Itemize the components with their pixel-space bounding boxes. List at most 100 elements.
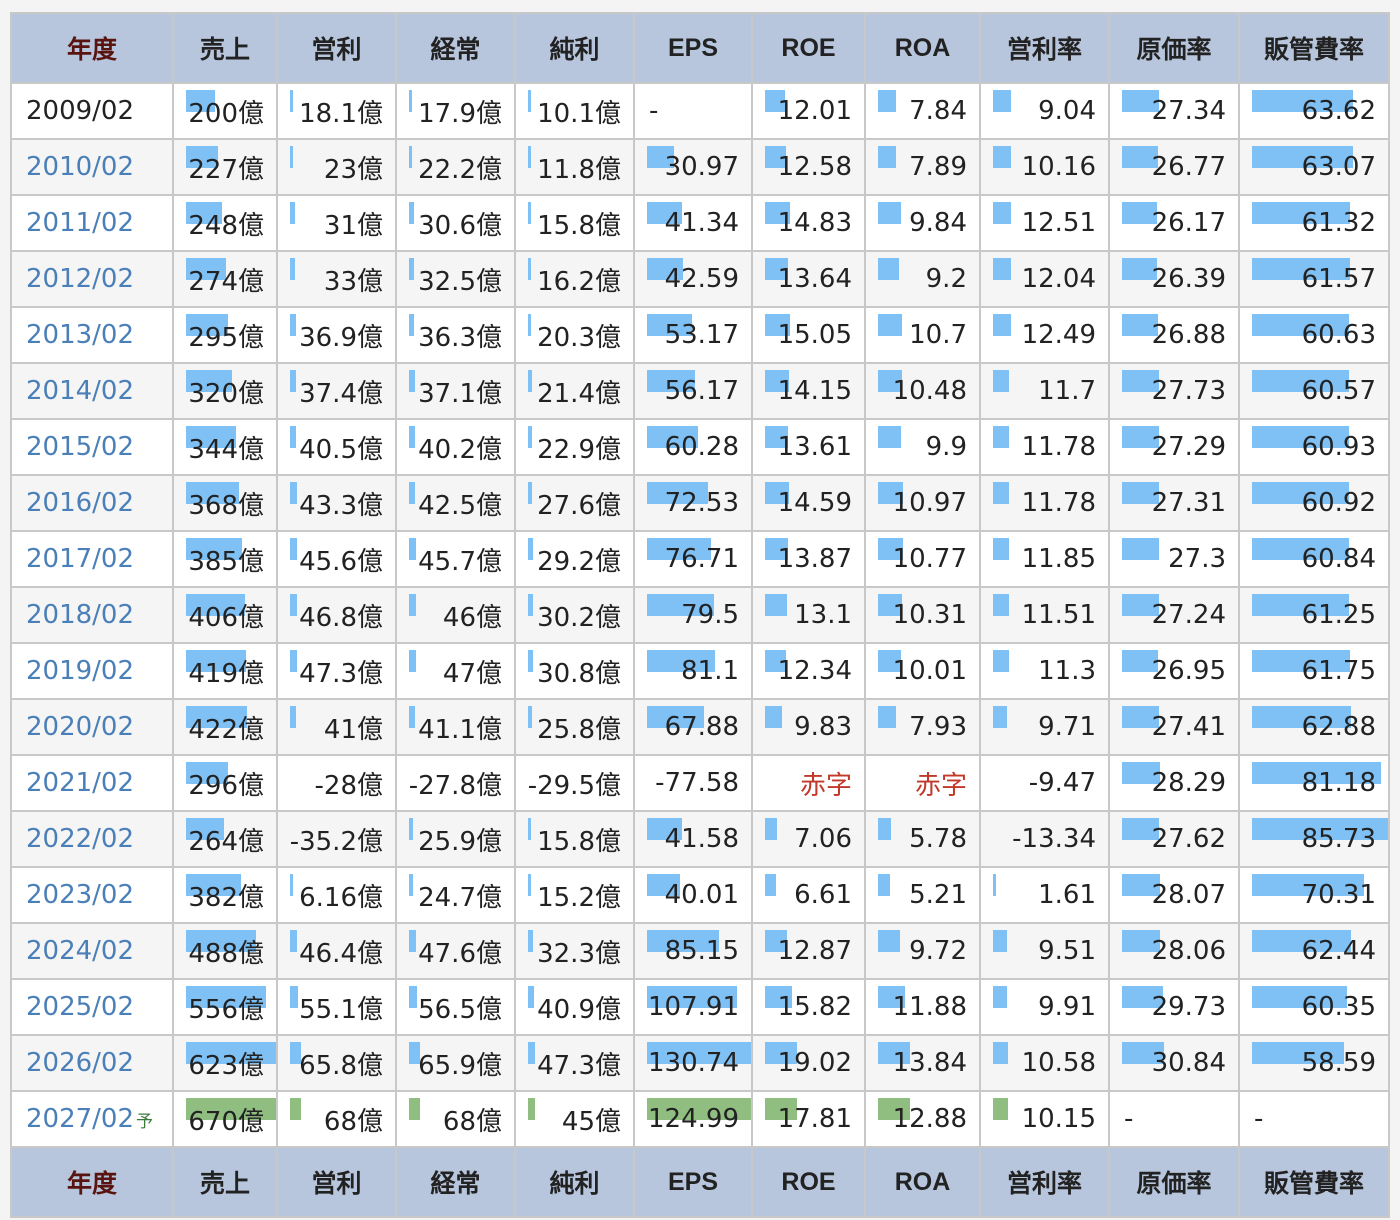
year-label: 2027/02 bbox=[26, 1104, 135, 1134]
footer-operating-margin[interactable]: 営利率 bbox=[979, 1146, 1110, 1218]
footer-cost-ratio[interactable]: 原価率 bbox=[1108, 1146, 1240, 1218]
header-year[interactable]: 年度 bbox=[10, 12, 174, 84]
cell-value: 6.61 bbox=[794, 880, 852, 910]
cell-net-profit: 15.2億 bbox=[514, 866, 635, 924]
cell-value: 130.74 bbox=[648, 1048, 739, 1078]
cell-value: 20.3億 bbox=[537, 322, 621, 353]
cell-value: 60.93 bbox=[1301, 432, 1376, 462]
table-row: 2023/02 382億 6.16億 24.7億 15.2億 40.01 6.61 5.21 1… bbox=[10, 866, 1390, 924]
header-sales[interactable]: 売上 bbox=[172, 12, 278, 84]
cell-value: 28.07 bbox=[1151, 880, 1226, 910]
cell-operating-profit: 33億 bbox=[276, 250, 397, 308]
cell-value: 13.64 bbox=[777, 264, 852, 294]
cell-year[interactable]: 2023/02 bbox=[10, 866, 174, 924]
cell-value: 264億 bbox=[188, 826, 264, 857]
cell-year[interactable]: 2024/02 bbox=[10, 922, 174, 980]
value-bar bbox=[409, 370, 415, 392]
header-eps[interactable]: EPS bbox=[633, 12, 753, 84]
cell-operating-profit: 43.3億 bbox=[276, 474, 397, 532]
cell-cost-ratio: 27.34 bbox=[1108, 82, 1240, 140]
header-operating-profit[interactable]: 営利 bbox=[276, 12, 397, 84]
cell-year[interactable]: 2010/02 bbox=[10, 138, 174, 196]
footer-ordinary-profit[interactable]: 経常 bbox=[395, 1146, 516, 1218]
footer-roe[interactable]: ROE bbox=[751, 1146, 866, 1218]
header-sga-ratio[interactable]: 販管費率 bbox=[1238, 12, 1390, 84]
cell-year[interactable]: 2019/02 bbox=[10, 642, 174, 700]
year-label: 2022/02 bbox=[26, 824, 135, 854]
header-roa[interactable]: ROA bbox=[864, 12, 981, 84]
table-row: 2022/02 264億 -35.2億 25.9億 15.8億 41.58 7.06 5.78… bbox=[10, 810, 1390, 868]
cell-year[interactable]: 2011/02 bbox=[10, 194, 174, 252]
table-footer: 年度 売上 営利 経常 純利 EPS ROE ROA 営利率 原価率 販管費率 bbox=[10, 1146, 1390, 1218]
footer-sga-ratio[interactable]: 販管費率 bbox=[1238, 1146, 1390, 1218]
cell-year[interactable]: 2020/02 bbox=[10, 698, 174, 756]
cell-year[interactable]: 2017/02 bbox=[10, 530, 174, 588]
cell-cost-ratio: 26.77 bbox=[1108, 138, 1240, 196]
cell-year[interactable]: 2012/02 bbox=[10, 250, 174, 308]
cell-roa: 10.7 bbox=[864, 306, 981, 364]
cell-year[interactable]: 2026/02 bbox=[10, 1034, 174, 1092]
cell-value: 27.34 bbox=[1151, 96, 1226, 126]
cell-net-profit: 10.1億 bbox=[514, 82, 635, 140]
header-roe[interactable]: ROE bbox=[751, 12, 866, 84]
value-bar bbox=[290, 874, 293, 896]
cell-value: 11.7 bbox=[1038, 376, 1096, 406]
cell-year[interactable]: 2025/02 bbox=[10, 978, 174, 1036]
cell-year[interactable]: 2015/02 bbox=[10, 418, 174, 476]
cell-roa: 9.72 bbox=[864, 922, 981, 980]
cell-cost-ratio: 26.17 bbox=[1108, 194, 1240, 252]
value-bar bbox=[528, 594, 533, 616]
footer-sales[interactable]: 売上 bbox=[172, 1146, 278, 1218]
cell-year[interactable]: 2021/02 bbox=[10, 754, 174, 812]
footer-net-profit[interactable]: 純利 bbox=[514, 1146, 635, 1218]
year-label: 2021/02 bbox=[26, 768, 135, 798]
cell-value: 21.4億 bbox=[537, 378, 621, 409]
cell-sga-ratio: 58.59 bbox=[1238, 1034, 1390, 1092]
value-bar bbox=[528, 538, 533, 560]
cell-value: 9.91 bbox=[1038, 992, 1096, 1022]
year-label: 2017/02 bbox=[26, 544, 135, 574]
cell-year[interactable]: 2013/02 bbox=[10, 306, 174, 364]
cell-year[interactable]: 2016/02 bbox=[10, 474, 174, 532]
footer-year[interactable]: 年度 bbox=[10, 1146, 174, 1218]
year-label: 2016/02 bbox=[26, 488, 135, 518]
header-ordinary-profit[interactable]: 経常 bbox=[395, 12, 516, 84]
cell-net-profit: 15.8億 bbox=[514, 194, 635, 252]
cell-eps: 40.01 bbox=[633, 866, 753, 924]
cell-roe: 14.59 bbox=[751, 474, 866, 532]
footer-operating-profit[interactable]: 営利 bbox=[276, 1146, 397, 1218]
cell-sales: 382億 bbox=[172, 866, 278, 924]
cell-net-profit: 11.8億 bbox=[514, 138, 635, 196]
cell-roa: 7.84 bbox=[864, 82, 981, 140]
cell-net-profit: 32.3億 bbox=[514, 922, 635, 980]
cell-net-profit: 29.2億 bbox=[514, 530, 635, 588]
header-cost-ratio[interactable]: 原価率 bbox=[1108, 12, 1240, 84]
header-net-profit[interactable]: 純利 bbox=[514, 12, 635, 84]
cell-value: 62.44 bbox=[1301, 936, 1376, 966]
cell-roe: 14.15 bbox=[751, 362, 866, 420]
cell-year[interactable]: 2027/02 予 bbox=[10, 1090, 174, 1148]
cell-value: - bbox=[1124, 1104, 1134, 1134]
cell-value: 1.61 bbox=[1038, 880, 1096, 910]
cell-value: 33億 bbox=[323, 266, 383, 297]
value-bar bbox=[993, 1042, 1008, 1064]
footer-roa[interactable]: ROA bbox=[864, 1146, 981, 1218]
header-operating-margin[interactable]: 営利率 bbox=[979, 12, 1110, 84]
value-bar bbox=[528, 146, 531, 168]
value-bar bbox=[290, 986, 298, 1008]
cell-value: 9.04 bbox=[1038, 96, 1096, 126]
cell-roe: 12.34 bbox=[751, 642, 866, 700]
cell-year[interactable]: 2014/02 bbox=[10, 362, 174, 420]
cell-value: 60.28 bbox=[664, 432, 739, 462]
cell-operating-margin: 11.7 bbox=[979, 362, 1110, 420]
cell-operating-margin: 12.51 bbox=[979, 194, 1110, 252]
cell-value: 40.5億 bbox=[299, 434, 383, 465]
value-bar bbox=[290, 538, 297, 560]
cell-value: 26.17 bbox=[1151, 208, 1226, 238]
financial-table-container: 年度 売上 営利 経常 純利 EPS ROE ROA 営利率 原価率 販管費率 … bbox=[10, 12, 1390, 1218]
footer-eps[interactable]: EPS bbox=[633, 1146, 753, 1218]
cell-value: 47.6億 bbox=[418, 938, 502, 969]
cell-year[interactable]: 2018/02 bbox=[10, 586, 174, 644]
cell-year[interactable]: 2022/02 bbox=[10, 810, 174, 868]
year-label: 2025/02 bbox=[26, 992, 135, 1022]
